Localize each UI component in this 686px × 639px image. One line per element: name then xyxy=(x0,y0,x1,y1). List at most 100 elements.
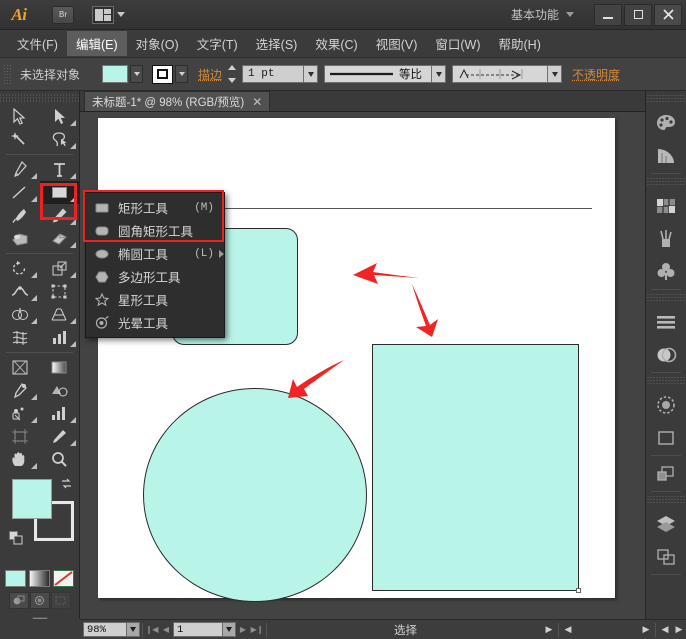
paintbrush-tool[interactable] xyxy=(0,204,40,227)
scroll-right-button[interactable]: ▶ xyxy=(639,622,653,637)
artboard-dropdown-icon[interactable] xyxy=(223,622,236,637)
arrange-documents-icon[interactable] xyxy=(92,6,114,24)
artboard-tool[interactable] xyxy=(0,425,40,448)
stroke-weight-label[interactable]: 描边 xyxy=(198,66,222,83)
next-artboard-button[interactable]: ▶ xyxy=(236,622,250,637)
minimize-button[interactable] xyxy=(594,4,622,26)
hscroll-right-button[interactable]: ▶ xyxy=(672,622,686,637)
draw-normal-button[interactable] xyxy=(9,592,29,609)
color-guide-panel-button[interactable] xyxy=(646,139,686,172)
panel-grip-icon[interactable] xyxy=(646,495,686,504)
opacity-label[interactable]: 不透明度 xyxy=(572,66,620,83)
stroke-panel-button[interactable] xyxy=(646,305,686,338)
menu-window[interactable]: 窗口(W) xyxy=(426,31,489,56)
blend-tool[interactable] xyxy=(40,379,80,402)
stroke-profile-dropdown-icon[interactable] xyxy=(432,65,446,83)
column-graph-tool[interactable] xyxy=(40,326,80,349)
bbox-handle[interactable] xyxy=(576,588,581,593)
blob-brush-tool[interactable] xyxy=(0,227,40,250)
flyout-item-ellipse[interactable]: 椭圆工具 (L) xyxy=(86,242,224,265)
stroke-dropdown-icon[interactable] xyxy=(175,65,188,83)
scale-tool[interactable] xyxy=(40,257,80,280)
fill-color-swatch[interactable] xyxy=(102,65,128,83)
hscroll-left-button[interactable]: ◀ xyxy=(658,622,672,637)
menu-help[interactable]: 帮助(H) xyxy=(490,31,550,56)
panel-grip-icon[interactable] xyxy=(646,376,686,385)
menu-effect[interactable]: 效果(C) xyxy=(306,31,366,56)
flyout-tearoff-icon[interactable] xyxy=(219,250,224,258)
symbols-panel-button[interactable] xyxy=(646,255,686,288)
width-tool[interactable] xyxy=(0,280,40,303)
direct-selection-tool[interactable] xyxy=(40,105,80,128)
free-transform-tool[interactable] xyxy=(40,280,80,303)
maximize-button[interactable] xyxy=(624,4,652,26)
panel-grip-icon[interactable] xyxy=(646,177,686,186)
eraser-tool[interactable] xyxy=(40,227,80,250)
panel-grip-icon[interactable] xyxy=(646,293,686,302)
graphic-styles-panel-button[interactable] xyxy=(646,421,686,454)
flyout-item-flare[interactable]: 光晕工具 xyxy=(86,311,224,334)
artboards-panel-button[interactable] xyxy=(646,540,686,573)
rotate-tool[interactable] xyxy=(0,257,40,280)
menu-view[interactable]: 视图(V) xyxy=(367,31,427,56)
line-segment-tool[interactable] xyxy=(0,181,40,204)
zoom-dropdown-icon[interactable] xyxy=(127,622,140,637)
draw-inside-button[interactable] xyxy=(51,592,71,609)
type-tool[interactable] xyxy=(40,158,80,181)
stroke-weight-input[interactable]: 1 pt xyxy=(242,65,304,83)
shape-builder-tool[interactable] xyxy=(0,303,40,326)
hand-tool[interactable] xyxy=(0,448,40,471)
last-artboard-button[interactable]: ▶❙ xyxy=(250,622,264,637)
flyout-item-rounded-rectangle[interactable]: 圆角矩形工具 xyxy=(86,219,224,242)
zoom-level-input[interactable]: 98% xyxy=(83,622,127,637)
artboard-number-input[interactable]: 1 xyxy=(173,622,223,637)
slice-tool[interactable] xyxy=(40,425,80,448)
stroke-profile-select[interactable]: 等比 xyxy=(324,65,446,83)
rectangle-tool[interactable] xyxy=(40,181,80,204)
pen-tool[interactable] xyxy=(0,158,40,181)
first-artboard-button[interactable]: ❙◀ xyxy=(145,622,159,637)
status-menu-icon[interactable]: ▶ xyxy=(542,622,556,637)
flyout-item-polygon[interactable]: 多边形工具 xyxy=(86,265,224,288)
ellipse-shape[interactable] xyxy=(143,388,367,602)
menu-select[interactable]: 选择(S) xyxy=(247,31,307,56)
stroke-color-swatch[interactable] xyxy=(152,65,173,84)
fill-color-box[interactable] xyxy=(12,479,52,519)
perspective-grid-tool[interactable] xyxy=(40,303,80,326)
previous-artboard-button[interactable]: ◀ xyxy=(159,622,173,637)
flyout-item-star[interactable]: 星形工具 xyxy=(86,288,224,311)
artboard[interactable] xyxy=(98,118,615,598)
gradient-tool[interactable] xyxy=(40,356,80,379)
mesh-tool[interactable] xyxy=(0,326,40,349)
menu-type[interactable]: 文字(T) xyxy=(188,31,247,56)
gradient-mode-button[interactable] xyxy=(29,570,50,587)
stroke-weight-dropdown-icon[interactable] xyxy=(304,65,318,83)
panel-grip-icon[interactable] xyxy=(3,64,12,84)
default-fill-stroke-icon[interactable] xyxy=(9,531,23,548)
draw-behind-button[interactable] xyxy=(30,592,50,609)
zoom-tool[interactable] xyxy=(40,448,80,471)
color-panel-button[interactable] xyxy=(646,106,686,139)
layers-panel-button[interactable] xyxy=(646,507,686,540)
close-icon[interactable]: ✕ xyxy=(252,95,262,109)
flyout-item-rectangle[interactable]: 矩形工具 (M) xyxy=(86,196,224,219)
panel-grip-icon[interactable] xyxy=(0,93,79,103)
none-mode-button[interactable] xyxy=(53,570,74,587)
appearance-panel-button[interactable] xyxy=(646,388,686,421)
magic-wand-tool[interactable] xyxy=(0,128,40,151)
rectangle-shape[interactable] xyxy=(372,344,579,591)
close-button[interactable] xyxy=(654,4,682,26)
panel-grip-icon[interactable] xyxy=(646,94,686,103)
swatches-panel-button[interactable] xyxy=(646,189,686,222)
swap-fill-stroke-icon[interactable] xyxy=(60,477,73,493)
document-tab[interactable]: 未标题-1* @ 98% (RGB/预览) ✕ xyxy=(84,91,270,111)
bridge-icon[interactable]: Br xyxy=(52,6,74,24)
graph-tool[interactable] xyxy=(40,402,80,425)
eyedropper-tool[interactable] xyxy=(0,379,40,402)
brush-definition-select[interactable] xyxy=(452,65,562,83)
symbol-sprayer-tool[interactable] xyxy=(0,356,40,379)
menu-file[interactable]: 文件(F) xyxy=(8,31,67,56)
menu-object[interactable]: 对象(O) xyxy=(127,31,188,56)
transparency-panel-button[interactable] xyxy=(646,338,686,371)
pencil-tool[interactable] xyxy=(40,204,80,227)
